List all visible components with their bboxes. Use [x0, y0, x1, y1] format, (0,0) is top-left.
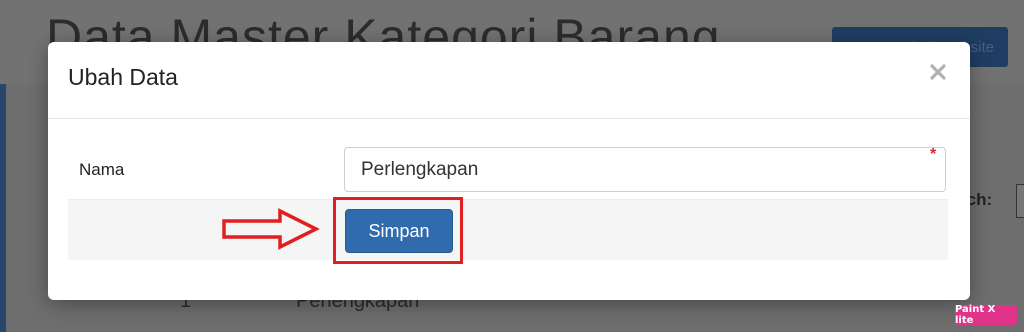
- modal-header: Ubah Data: [48, 42, 970, 119]
- modal-footer: Simpan: [68, 199, 948, 260]
- right-arrow-icon: [222, 208, 320, 250]
- required-mark: *: [930, 146, 937, 163]
- close-button[interactable]: [930, 64, 950, 84]
- form-row-nama: Nama *: [68, 142, 948, 192]
- nama-label: Nama: [79, 160, 125, 179]
- nama-input[interactable]: [344, 147, 946, 192]
- modal-title: Ubah Data: [68, 64, 178, 90]
- edit-data-modal: Ubah Data Nama * Simpan: [48, 42, 970, 300]
- close-icon: [930, 64, 950, 80]
- search-input: [1016, 184, 1024, 218]
- watermark-badge: Paint X lite: [955, 304, 1017, 326]
- save-button[interactable]: Simpan: [345, 209, 453, 253]
- sidebar-edge: [0, 84, 6, 332]
